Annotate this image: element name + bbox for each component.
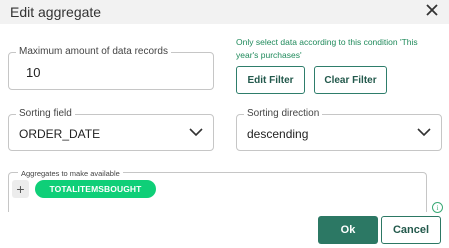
sorting-field-label: Sorting field — [16, 108, 75, 120]
filter-condition-text: Only select data according to this condi… — [236, 37, 418, 60]
sorting-direction-value: descending — [247, 127, 309, 141]
chevron-down-icon[interactable] — [417, 128, 431, 137]
sorting-field-select[interactable]: Sorting field ORDER_DATE — [8, 108, 214, 151]
ok-button[interactable]: Ok — [318, 216, 378, 244]
info-icon[interactable]: i — [432, 202, 443, 213]
max-records-input[interactable]: 10 — [26, 65, 40, 80]
sorting-direction-label: Sorting direction — [244, 108, 323, 120]
aggregate-chip[interactable]: TOTALITEMSBOUGHT — [35, 180, 156, 198]
cancel-button[interactable]: Cancel — [381, 216, 441, 244]
sorting-field-value: ORDER_DATE — [19, 127, 101, 141]
edit-filter-button[interactable]: Edit Filter — [236, 66, 305, 94]
cancel-label: Cancel — [392, 224, 430, 236]
sorting-direction-select[interactable]: Sorting direction descending — [236, 108, 442, 151]
close-icon[interactable] — [423, 1, 441, 19]
clear-filter-label: Clear Filter — [324, 74, 377, 86]
aggregates-label: Aggregates to make available — [18, 168, 123, 180]
chevron-down-icon[interactable] — [189, 128, 203, 137]
clear-filter-button[interactable]: Clear Filter — [314, 66, 387, 94]
edit-filter-label: Edit Filter — [247, 74, 294, 86]
dialog-title: Edit aggregate — [10, 4, 102, 20]
dialog-header: Edit aggregate — [0, 0, 449, 24]
aggregate-chip-label: TOTALITEMSBOUGHT — [49, 184, 142, 194]
ok-label: Ok — [340, 224, 356, 236]
plus-icon[interactable]: + — [12, 180, 29, 198]
max-records-field[interactable]: Maximum amount of data records 10 — [8, 46, 214, 90]
max-records-label: Maximum amount of data records — [16, 46, 171, 58]
